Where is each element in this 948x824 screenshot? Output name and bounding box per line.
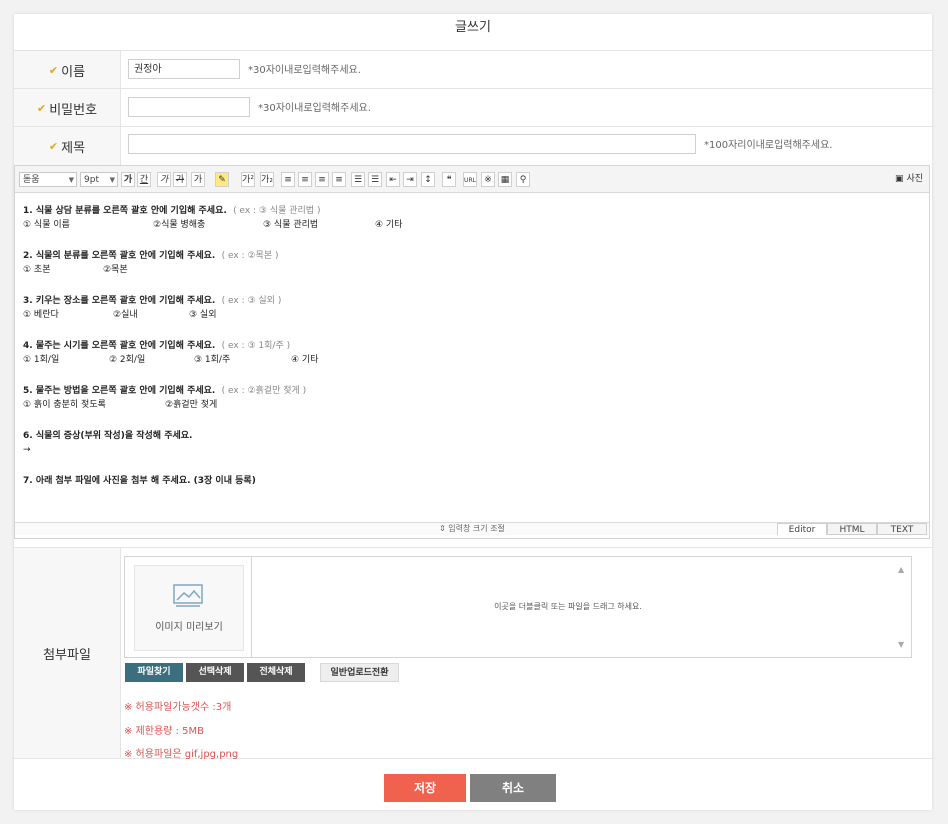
file-drop-zone[interactable]: 이미지 미리보기 이곳을 더블클릭 또는 파일을 드래그 하세요. ▲ ▼ [124,556,912,658]
image-preview-label: 이미지 미리보기 [155,622,223,633]
special-char-icon[interactable]: ※ [481,172,495,187]
link-icon[interactable]: URL [463,172,477,187]
subject-label-text: 제목 [61,140,86,156]
question-7: 7. 아래 첨부 파일에 사진을 첨부 해 주세요. (3장 이내 등록) [23,476,256,486]
editor-toolbar: 돋움 ▼ 9pt ▼ 가 간 가 가 가 ✎ 가² 가₂ ≡ ≡ ≡ ≡ ☰ ☰ ⇤… [15,166,929,193]
name-label-text: 이름 [61,64,86,80]
highlight-button[interactable]: ✎ [215,172,229,187]
check-icon: ✔ [48,63,59,77]
image-preview-icon [173,584,203,607]
table-icon[interactable]: ▦ [498,172,512,187]
password-hint: *30자이내로입력해주세요. [258,103,371,114]
bold-button[interactable]: 가 [121,172,135,187]
rule-size-limit: ※ 제한용량 : 5MB [124,726,204,737]
strikethrough-button[interactable]: 가 [173,172,187,187]
question-3: 3. 키우는 장소를 오른쪽 괄호 안에 기입해 주세요. ( ex : ③ 실… [23,296,282,306]
photo-button[interactable]: ▣ 사진 [895,172,923,187]
question-5-options: ① 흙이 충분히 젖도록 ②흙겉만 젖게 [23,400,218,410]
font-size-select[interactable]: 9pt ▼ [80,172,118,187]
question-2: 2. 식물의 분류를 오른쪽 괄호 안에 기입해 주세요. ( ex : ②목본… [23,251,279,261]
name-input[interactable]: 권정아 [128,59,240,79]
password-row: ✔ 비밀번호 *30자이내로입력해주세요. [14,88,932,127]
question-4-options: ① 1회/일 ② 2회/일 ③ 1회/주 ④ 기타 [23,355,319,365]
find-file-button[interactable]: 파일찾기 [125,663,183,682]
align-justify-icon[interactable]: ≡ [332,172,346,187]
find-icon[interactable]: ⚲ [516,172,530,187]
attachment-section: 첨부파일 이미지 미리보기 이곳을 더블클릭 또는 파일을 드래그 하세요. ▲… [14,547,932,760]
cancel-button[interactable]: 취소 [470,774,556,802]
image-icon: ▣ [895,174,904,184]
save-button[interactable]: 저장 [384,774,466,802]
line-height-icon[interactable]: ↕ [421,172,435,187]
outdent-icon[interactable]: ⇤ [386,172,400,187]
question-2-options: ① 초본 ②목본 [23,265,128,275]
subscript-button[interactable]: 가₂ [260,172,274,187]
name-hint: *30자이내로입력해주세요. [248,65,361,76]
name-row: ✔ 이름 권정아 *30자이내로입력해주세요. [14,50,932,89]
question-6: 6. 식물의 증상(부위 작성)을 작성해 주세요. [23,431,193,441]
attachment-label: 첨부파일 [14,548,121,758]
font-color-button[interactable]: 가 [191,172,205,187]
font-family-select[interactable]: 돋움 ▼ [19,172,77,187]
align-right-icon[interactable]: ≡ [315,172,329,187]
password-input[interactable] [128,97,250,117]
italic-button[interactable]: 가 [157,172,171,187]
rule-file-count: ※ 허용파일가능갯수 :3개 [124,702,232,713]
file-list-scrollbar[interactable]: ▲ ▼ [893,557,911,657]
ordered-list-icon[interactable]: ☰ [351,172,365,187]
scroll-up-icon[interactable]: ▲ [898,565,904,574]
drop-message: 이곳을 더블클릭 또는 파일을 드래그 하세요. [494,602,642,611]
chevron-down-icon: ▼ [109,176,115,184]
delete-selected-button[interactable]: 선택삭제 [186,663,244,682]
tab-editor[interactable]: Editor [777,523,827,535]
check-icon: ✔ [48,139,59,153]
delete-all-button[interactable]: 전체삭제 [247,663,305,682]
question-1: 1. 식물 상담 분류를 오른쪽 괄호 안에 기입해 주세요. ( ex : ③… [23,206,321,216]
subject-label: ✔ 제목 [14,127,121,165]
question-1-options: ① 식물 이름 ②식물 병해충 ③ 식물 관리법 ④ 기타 [23,220,403,230]
tab-text[interactable]: TEXT [877,523,927,535]
check-icon: ✔ [36,101,47,115]
rule-file-types: ※ 허용파일은 gif,jpg,png [124,749,239,760]
superscript-button[interactable]: 가² [241,172,255,187]
image-preview: 이미지 미리보기 [134,565,244,651]
align-left-icon[interactable]: ≡ [281,172,295,187]
write-form-panel: 글쓰기 ✔ 이름 권정아 *30자이내로입력해주세요. ✔ 비밀번호 *30자이내로… [14,14,932,810]
subject-input[interactable] [128,134,696,154]
editor-content[interactable]: 1. 식물 상담 분류를 오른쪽 괄호 안에 기입해 주세요. ( ex : ③… [23,204,913,488]
subject-row: ✔ 제목 *100자리이내로입력해주세요. [14,126,932,165]
chevron-down-icon: ▼ [68,176,74,184]
page-title: 글쓰기 [455,20,491,35]
switch-upload-mode-button[interactable]: 일반업로드전환 [320,663,399,682]
indent-icon[interactable]: ⇥ [403,172,417,187]
password-label: ✔ 비밀번호 [14,89,121,127]
question-3-options: ① 베란다 ②실내 ③ 실외 [23,310,217,320]
password-label-text: 비밀번호 [49,102,98,118]
rich-text-editor[interactable]: 돋움 ▼ 9pt ▼ 가 간 가 가 가 ✎ 가² 가₂ ≡ ≡ ≡ ≡ ☰ ☰ ⇤… [14,165,930,539]
underline-button[interactable]: 간 [137,172,151,187]
subject-hint: *100자리이내로입력해주세요. [704,140,833,151]
tab-html[interactable]: HTML [827,523,877,535]
quote-icon[interactable]: ❝ [442,172,456,187]
question-6-options: → [23,445,31,455]
question-5: 5. 물주는 방법을 오른쪽 괄호 안에 기입해 주세요. ( ex : ②흙겉… [23,386,307,396]
question-4: 4. 물주는 시기를 오른쪽 괄호 안에 기입해 주세요. ( ex : ③ 1… [23,341,291,351]
align-center-icon[interactable]: ≡ [298,172,312,187]
unordered-list-icon[interactable]: ☰ [368,172,382,187]
name-label: ✔ 이름 [14,51,121,89]
scroll-down-icon[interactable]: ▼ [898,640,904,649]
